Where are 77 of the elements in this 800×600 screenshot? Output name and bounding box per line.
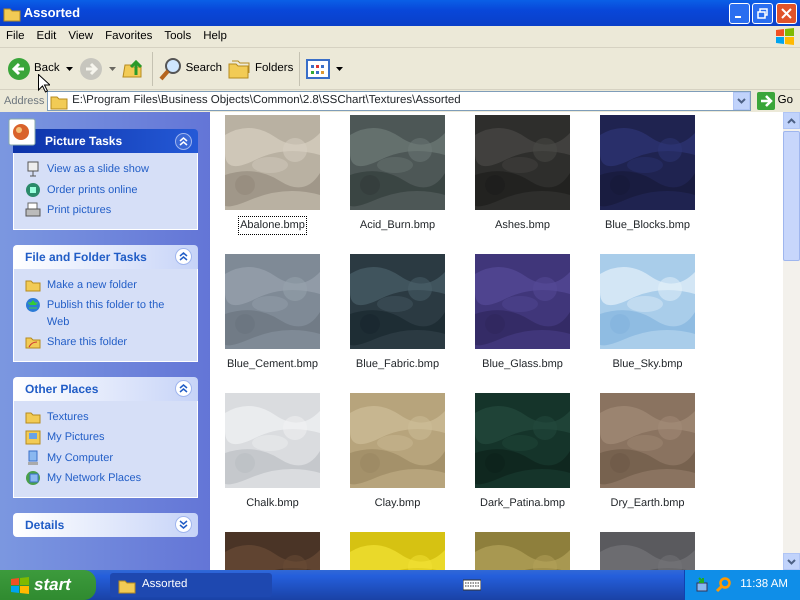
caret-icon <box>336 66 344 70</box>
start-button[interactable]: start <box>0 570 96 600</box>
minimize-icon <box>734 16 740 18</box>
keyboard-icon[interactable] <box>463 579 482 591</box>
task-link[interactable]: View as a slide show <box>25 159 149 180</box>
file-name[interactable]: Blue_Blocks.bmp <box>603 216 692 234</box>
expand-icon[interactable] <box>175 516 192 533</box>
minimize-button[interactable] <box>728 2 750 24</box>
folders-button[interactable]: Folders <box>225 50 296 88</box>
panel-title: Details <box>25 516 64 534</box>
go-button[interactable]: Go <box>754 91 796 111</box>
network-icon <box>25 470 41 486</box>
task-link[interactable]: Make a new folder <box>25 274 137 295</box>
close-icon <box>781 8 792 18</box>
task-link[interactable]: My Computer <box>25 448 114 468</box>
caret-icon <box>108 66 116 70</box>
menu-item[interactable]: Edit <box>30 28 62 46</box>
address-label: Address <box>4 94 44 109</box>
search-button[interactable]: Search <box>156 50 226 88</box>
file-name[interactable]: Abalone.bmp <box>238 216 307 234</box>
collapse-icon[interactable] <box>175 380 192 397</box>
panel-header[interactable]: Other Places <box>13 376 198 400</box>
search-icon <box>158 56 183 80</box>
panel-title: Other Places <box>25 380 98 398</box>
scrollbar-thumb[interactable] <box>783 131 800 261</box>
file-name[interactable]: Clay.bmp <box>372 494 422 512</box>
panel-header[interactable]: Picture Tasks <box>13 129 198 153</box>
caret-icon <box>66 66 73 70</box>
menu-item[interactable]: File <box>0 28 31 46</box>
computer-icon <box>25 450 41 466</box>
close-button[interactable] <box>776 2 797 24</box>
file-name[interactable]: Chalk.bmp <box>244 494 301 512</box>
scroll-down-icon[interactable] <box>787 558 796 564</box>
task-link[interactable]: Textures <box>25 406 89 427</box>
globe-icon <box>25 297 41 313</box>
menu-item[interactable]: View <box>62 28 100 46</box>
window-title: Assorted <box>24 4 80 22</box>
menu-item[interactable]: Tools <box>158 28 198 46</box>
restore-icon <box>757 8 768 18</box>
collapse-icon[interactable] <box>175 248 192 265</box>
task-link[interactable]: Print pictures <box>25 200 112 220</box>
mouse-cursor-icon <box>38 74 50 93</box>
taskbar-button[interactable]: Assorted <box>110 573 272 597</box>
windows-logo-icon <box>10 576 30 594</box>
pictures-folder-icon <box>25 429 41 445</box>
views-icon <box>306 56 330 80</box>
dropdown-icon[interactable] <box>736 98 746 104</box>
windows-logo-icon <box>774 27 794 46</box>
task-link[interactable]: Order prints online <box>25 180 138 200</box>
file-name[interactable]: Acid_Burn.bmp <box>358 216 438 234</box>
go-arrow-icon <box>756 92 775 110</box>
file-name[interactable]: Blue_Glass.bmp <box>480 355 565 374</box>
menu-item[interactable]: Help <box>197 28 233 46</box>
menu-item[interactable]: Favorites <box>99 28 158 46</box>
task-link[interactable]: Share this folder <box>25 332 128 352</box>
panel-title: Picture Tasks <box>45 133 122 150</box>
printer-icon <box>25 202 41 218</box>
panel-header[interactable]: File and Folder Tasks <box>13 244 198 268</box>
panel-header[interactable]: Details <box>13 512 198 536</box>
file-name[interactable]: Dark_Patina.bmp <box>478 494 567 512</box>
task-link[interactable]: My Pictures <box>25 427 104 448</box>
clock: 11:38 AM <box>740 577 788 592</box>
panel-title: File and Folder Tasks <box>25 248 147 266</box>
task-link[interactable]: Publish this folder to the Web <box>25 295 189 332</box>
globe-icon <box>25 182 41 198</box>
projector-icon <box>25 161 41 177</box>
file-name[interactable]: Dry_Earth.bmp <box>608 494 686 512</box>
address-field[interactable]: E:\Program Files\Business Objects\Common\2.8\SSChart\Textures\Assorted <box>47 91 751 111</box>
file-name[interactable]: Ashes.bmp <box>492 216 552 234</box>
file-name[interactable]: Blue_Cement.bmp <box>224 355 320 374</box>
photo-icon <box>7 117 37 147</box>
file-name[interactable]: Blue_Fabric.bmp <box>354 355 442 374</box>
collapse-icon[interactable] <box>175 132 192 150</box>
task-link[interactable]: My Network Places <box>25 468 142 488</box>
scroll-up-icon[interactable] <box>787 118 796 124</box>
file-name[interactable]: Blue_Sky.bmp <box>610 355 685 374</box>
restore-button[interactable] <box>752 2 774 24</box>
